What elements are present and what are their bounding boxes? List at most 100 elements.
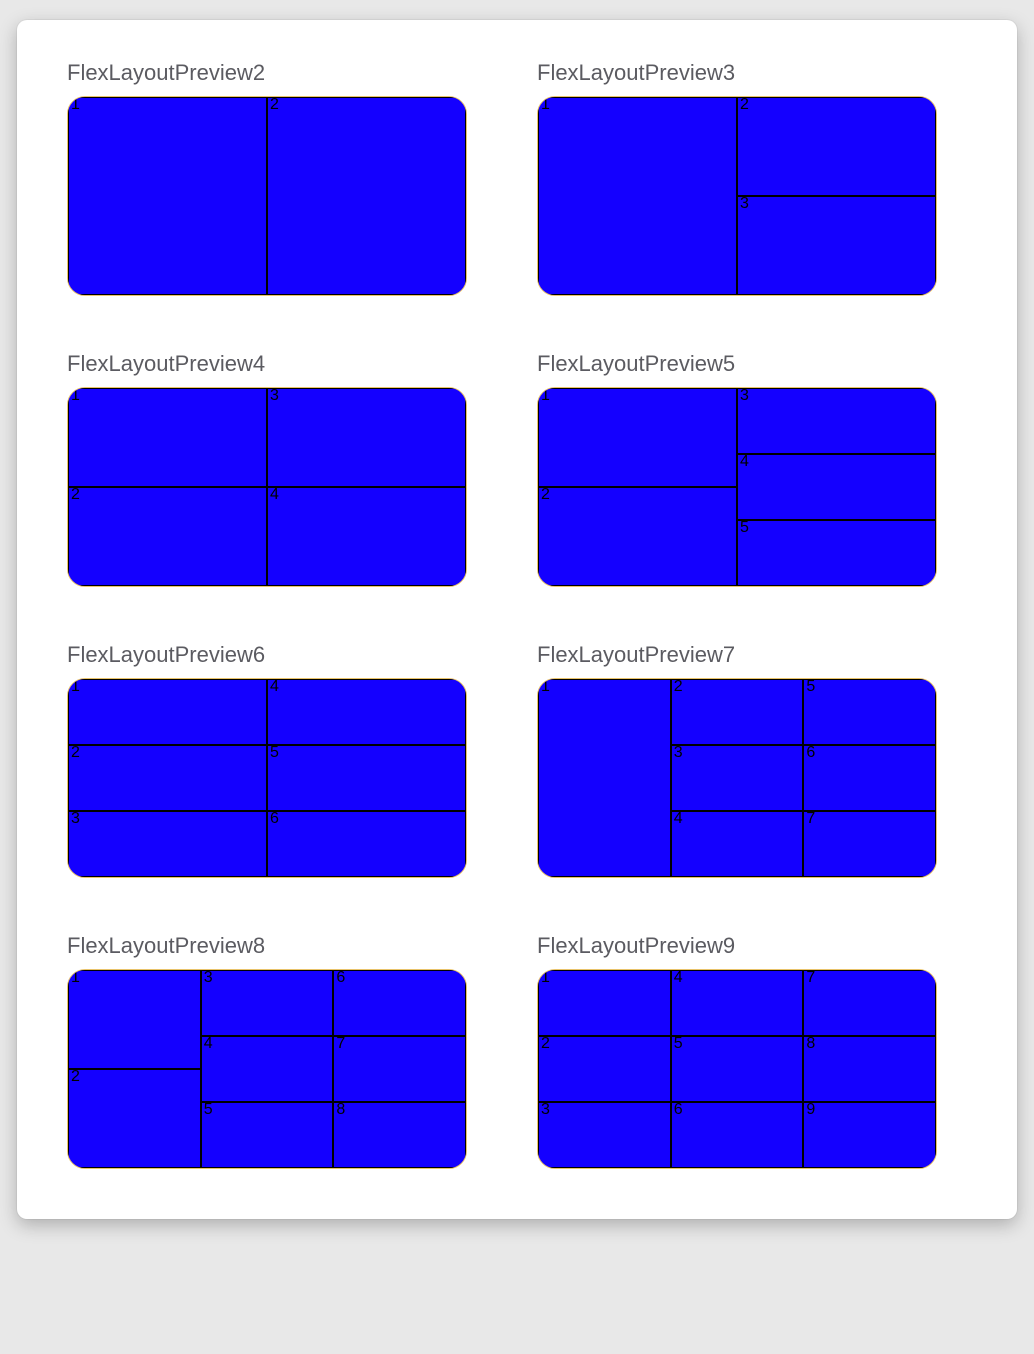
layout-cell-label: 2 (740, 96, 749, 113)
layout-cell-label: 6 (270, 810, 279, 827)
layout-cell: 2 (538, 1036, 671, 1102)
layout-cell-label: 3 (270, 387, 279, 404)
layout-cell: 1 (538, 970, 671, 1036)
layout-cell-label: 5 (270, 744, 279, 761)
layout-cell: 1 (538, 97, 737, 295)
layout-cell-label: 4 (270, 678, 279, 695)
layout-cell-label: 1 (71, 96, 80, 113)
layout-cell-label: 2 (71, 486, 80, 503)
preview-frame: 1 2 3 4 (67, 387, 467, 587)
layout-cell-label: 1 (71, 969, 80, 986)
layout-cell: 4 (671, 811, 804, 877)
layout-cell: 7 (333, 1036, 466, 1102)
layout-cell-label: 3 (71, 810, 80, 827)
layout-cell-label: 2 (541, 486, 550, 503)
layout-cell-label: 8 (336, 1101, 345, 1118)
preview-title: FlexLayoutPreview5 (537, 351, 967, 377)
layout-cell: 5 (267, 745, 466, 811)
layout-cell-label: 6 (336, 969, 345, 986)
layout-cell-label: 2 (270, 96, 279, 113)
layout-cell: 4 (201, 1036, 334, 1102)
layout-cell-label: 3 (204, 969, 213, 986)
layout-cell: 5 (671, 1036, 804, 1102)
layout-cell: 8 (803, 1036, 936, 1102)
layout-cell: 3 (201, 970, 334, 1036)
layout-cell-label: 6 (674, 1101, 683, 1118)
preview-frame: 1 2 3 45 (537, 387, 937, 587)
layout-cell: 4 (671, 970, 804, 1036)
layout-cell: 3 (737, 388, 936, 454)
layout-cell: 2 (68, 487, 267, 586)
preview-block: FlexLayoutPreview6 1 2 3 4 5 6 (67, 642, 497, 878)
layout-cell: 6 (333, 970, 466, 1036)
layout-cell: 5 (737, 520, 936, 586)
layout-cell: 7 (803, 970, 936, 1036)
layout-cell-label: 2 (71, 744, 80, 761)
layout-cell: 2 (68, 745, 267, 811)
preview-block: FlexLayoutPreview212 (67, 60, 497, 296)
layout-cell: 2 (68, 1069, 201, 1168)
layout-cell: 8 (333, 1102, 466, 1168)
layout-cell-label: 7 (336, 1035, 345, 1052)
layout-cell: 1 (68, 97, 267, 295)
layout-cell: 5 (803, 679, 936, 745)
layout-cell-label: 5 (806, 678, 815, 695)
preview-title: FlexLayoutPreview2 (67, 60, 497, 86)
layout-cell-label: 2 (541, 1035, 550, 1052)
preview-title: FlexLayoutPreview6 (67, 642, 497, 668)
preview-frame: 1 234 5 6 7 (537, 678, 937, 878)
layout-cell-label: 4 (204, 1035, 213, 1052)
layout-cell-label: 1 (541, 387, 550, 404)
preview-frame: 12 (67, 96, 467, 296)
layout-cell-label: 9 (806, 1101, 815, 1118)
preview-block: FlexLayoutPreview9123456789 (537, 933, 967, 1169)
layout-cell-label: 1 (541, 969, 550, 986)
layout-cell-label: 5 (674, 1035, 683, 1052)
layout-cell-label: 7 (806, 969, 815, 986)
layout-cell: 1 (68, 388, 267, 487)
layout-cell-label: 3 (541, 1101, 550, 1118)
layout-cell: 2 (737, 97, 936, 196)
layout-cell: 2 (267, 97, 466, 295)
preview-title: FlexLayoutPreview4 (67, 351, 497, 377)
layout-cell-label: 1 (541, 96, 550, 113)
layout-cell-label: 8 (806, 1035, 815, 1052)
preview-frame: 1 2 3 4 5 6 (67, 678, 467, 878)
layout-cell: 9 (803, 1102, 936, 1168)
layout-cell: 3 (68, 811, 267, 877)
layout-cell: 2 (671, 679, 804, 745)
layout-cell: 6 (671, 1102, 804, 1168)
preview-block: FlexLayoutPreview4 1 2 3 4 (67, 351, 497, 587)
layout-cell: 3 (267, 388, 466, 487)
layout-cell: 2 (538, 487, 737, 586)
layout-cell-label: 1 (71, 387, 80, 404)
preview-grid: FlexLayoutPreview212FlexLayoutPreview312… (67, 60, 967, 1169)
layout-cell: 3 (538, 1102, 671, 1168)
layout-cell-label: 7 (806, 810, 815, 827)
layout-cell-label: 5 (204, 1101, 213, 1118)
preview-block: FlexLayoutPreview8 1 2 3 4 5 6 7 8 (67, 933, 497, 1169)
layout-cell-label: 4 (270, 486, 279, 503)
layout-cell-label: 1 (541, 678, 550, 695)
preview-frame: 1 2 3 4 5 6 7 8 9 (537, 969, 937, 1169)
layout-cell-label: 2 (71, 1068, 80, 1085)
preview-sheet: FlexLayoutPreview212FlexLayoutPreview312… (17, 20, 1017, 1219)
preview-title: FlexLayoutPreview8 (67, 933, 497, 959)
layout-cell: 6 (803, 745, 936, 811)
preview-title: FlexLayoutPreview3 (537, 60, 967, 86)
layout-cell-label: 4 (674, 810, 683, 827)
layout-cell: 4 (267, 487, 466, 586)
layout-cell: 5 (201, 1102, 334, 1168)
layout-cell: 3 (737, 196, 936, 295)
layout-cell-label: 6 (806, 744, 815, 761)
layout-cell-label: 3 (740, 387, 749, 404)
layout-cell: 4 (737, 454, 936, 520)
layout-cell: 3 (671, 745, 804, 811)
layout-cell-label: 4 (674, 969, 683, 986)
layout-cell: 1 (68, 679, 267, 745)
layout-cell: 4 (267, 679, 466, 745)
preview-block: FlexLayoutPreview5 1 2 3 45 (537, 351, 967, 587)
layout-cell: 1 (538, 679, 671, 877)
preview-frame: 1 2 3 4 5 6 7 8 (67, 969, 467, 1169)
layout-cell-label: 1 (71, 678, 80, 695)
